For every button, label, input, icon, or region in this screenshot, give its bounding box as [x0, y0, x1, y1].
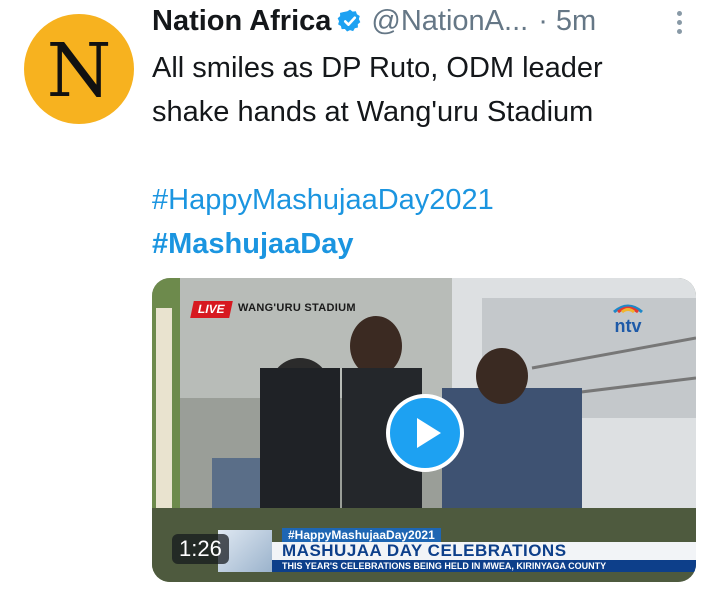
- verified-badge-icon: [337, 8, 363, 34]
- tweet-text: All smiles as DP Ruto, ODM leader shake …: [152, 46, 692, 134]
- ntv-logo-icon: ntv: [613, 304, 643, 336]
- play-button[interactable]: [386, 394, 464, 472]
- more-vertical-icon[interactable]: [672, 8, 686, 36]
- tweet-text-line: shake hands at Wang'uru Stadium: [152, 96, 594, 128]
- display-name[interactable]: Nation Africa: [152, 5, 331, 38]
- video-player[interactable]: LIVE WANG'URU STADIUM ntv #HappyMashujaa…: [152, 278, 696, 582]
- hashtag-list: #HappyMashujaaDay2021 #MashujaaDay: [152, 178, 692, 266]
- user-handle[interactable]: @NationA...: [371, 5, 528, 38]
- broadcast-location: WANG'URU STADIUM: [238, 302, 356, 314]
- play-icon: [416, 418, 441, 448]
- live-badge: LIVE: [190, 301, 233, 318]
- hashtag-link[interactable]: #HappyMashujaaDay2021: [152, 178, 692, 222]
- video-duration: 1:26: [172, 534, 229, 564]
- lower-third-subtitle: THIS YEAR'S CELEBRATIONS BEING HELD IN M…: [272, 560, 696, 572]
- lower-third-title: MASHUJAA DAY CELEBRATIONS: [272, 542, 696, 560]
- avatar-letter: N: [46, 28, 112, 114]
- tweet-header: Nation Africa @NationA... · 5m: [152, 2, 692, 40]
- avatar[interactable]: N: [24, 14, 134, 124]
- separator-dot: ·: [538, 4, 548, 37]
- lower-third-hashtag: #HappyMashujaaDay2021: [282, 528, 441, 542]
- tweet-text-line: All smiles as DP Ruto, ODM leader: [152, 52, 603, 84]
- hashtag-link[interactable]: #MashujaaDay: [152, 222, 692, 266]
- channel-logo-text: ntv: [615, 316, 642, 336]
- tweet-time[interactable]: 5m: [556, 5, 596, 38]
- lower-third-banner: #HappyMashujaaDay2021 MASHUJAA DAY CELEB…: [152, 528, 696, 572]
